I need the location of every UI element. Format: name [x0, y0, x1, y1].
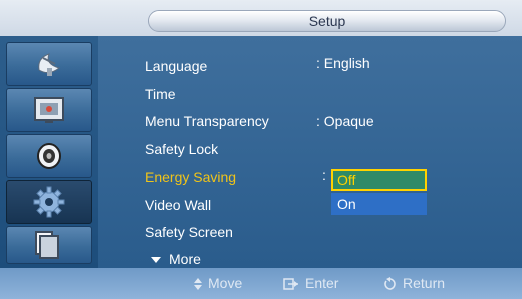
energy-saving-colon: :	[322, 167, 326, 183]
gear-icon	[33, 186, 65, 218]
sidebar	[0, 36, 98, 268]
chevron-down-icon	[151, 257, 161, 264]
menu-item-menu-transparency[interactable]: Menu Transparency	[145, 108, 269, 134]
menu-item-more[interactable]: More	[151, 248, 201, 270]
return-icon	[384, 277, 396, 291]
help-bar: Move Enter Return	[0, 268, 522, 299]
menu-item-safety-lock[interactable]: Safety Lock	[145, 136, 218, 162]
sidebar-item-picture[interactable]	[6, 88, 92, 132]
dropdown-option-off[interactable]: Off	[331, 169, 427, 191]
help-move-label: Move	[208, 275, 243, 291]
menu-item-energy-saving[interactable]: Energy Saving	[145, 164, 236, 190]
help-return-label: Return	[403, 275, 446, 291]
language-value: : English	[316, 55, 370, 71]
dropdown-option-on[interactable]: On	[331, 193, 427, 215]
sidebar-item-sound[interactable]	[6, 134, 92, 178]
speaker-icon	[37, 143, 61, 169]
sidebar-item-multi-control[interactable]	[6, 226, 92, 264]
page-title: Setup	[308, 13, 346, 29]
energy-saving-dropdown[interactable]: Off On	[331, 169, 427, 215]
help-return: Return	[383, 268, 445, 299]
menu-item-time[interactable]: Time	[145, 81, 176, 107]
menu-item-language[interactable]: Language	[145, 53, 207, 79]
more-label: More	[169, 251, 201, 267]
help-enter-label: Enter	[305, 275, 339, 291]
satellite-dish-icon	[38, 53, 61, 76]
sidebar-item-input[interactable]	[6, 42, 92, 86]
multi-screen-icon	[35, 231, 59, 259]
enter-icon	[283, 278, 298, 291]
up-down-arrow-icon	[194, 278, 202, 291]
picture-icon	[34, 97, 64, 123]
menu-item-safety-screen[interactable]: Safety Screen	[145, 219, 233, 245]
menu-item-video-wall[interactable]: Video Wall	[145, 192, 211, 218]
help-move: Move	[194, 268, 242, 299]
help-enter: Enter	[283, 268, 338, 299]
sidebar-item-setup[interactable]	[6, 180, 92, 224]
menu-transparency-value: : Opaque	[316, 113, 374, 129]
setup-osd-window: Setup Language: English Time Menu Trans…	[0, 0, 522, 299]
